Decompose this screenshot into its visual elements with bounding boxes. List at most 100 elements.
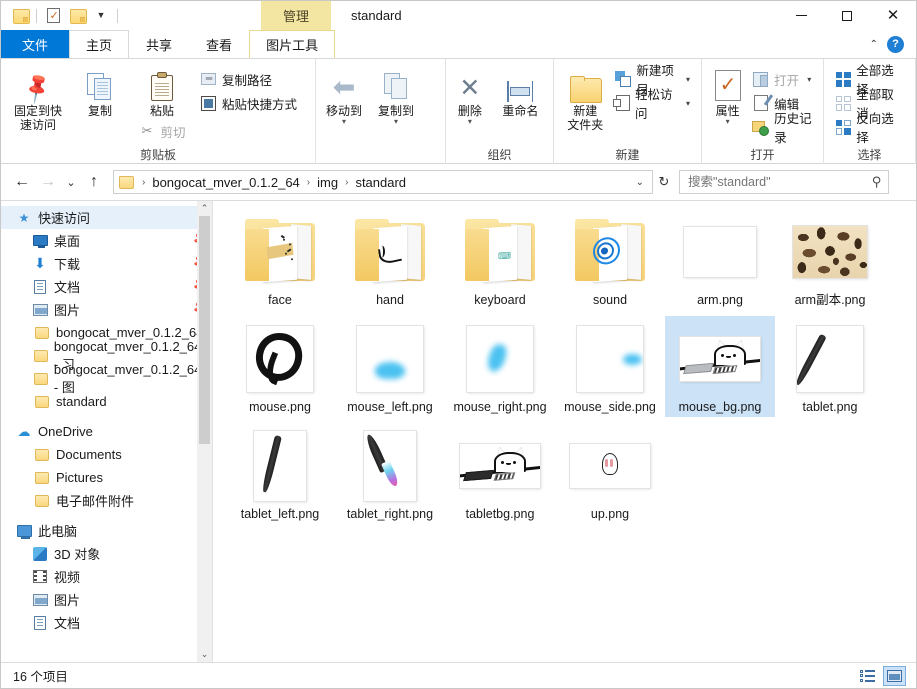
open-dropdown-icon[interactable]: ▾ bbox=[807, 75, 811, 84]
file-item-mouse-left-png[interactable]: mouse_left.png bbox=[335, 316, 445, 417]
file-item-arm-png[interactable]: arm.png bbox=[665, 209, 775, 310]
file-item-mouse-side-png[interactable]: mouse_side.png bbox=[555, 316, 665, 417]
thumbnail bbox=[342, 427, 438, 505]
ribbon-move-to-button[interactable]: ⬅ 移动到 ▾ bbox=[318, 63, 370, 126]
refresh-button[interactable]: ↻ bbox=[653, 174, 675, 190]
properties-dropdown-icon[interactable]: ▾ bbox=[726, 118, 730, 126]
pin-label-line1: 固定到快 bbox=[13, 104, 62, 118]
sidebar-item-onedrive-pictures[interactable]: Pictures bbox=[1, 466, 212, 489]
tab-share[interactable]: 共享 bbox=[129, 30, 189, 58]
move-to-dropdown-icon[interactable]: ▾ bbox=[342, 118, 346, 126]
file-item-face[interactable]: face bbox=[225, 209, 335, 310]
search-box[interactable]: ⚲ bbox=[679, 170, 889, 194]
breadcrumb-item-1[interactable]: img bbox=[314, 175, 341, 190]
delete-dropdown-icon[interactable]: ▾ bbox=[468, 118, 472, 126]
ribbon-delete-button[interactable]: ✕ 删除 ▾ bbox=[446, 63, 494, 126]
sidebar-item-videos[interactable]: 视频 bbox=[1, 565, 212, 588]
forward-button[interactable]: → bbox=[35, 169, 61, 195]
file-item-hand[interactable]: hand bbox=[335, 209, 445, 310]
back-button[interactable]: ← bbox=[9, 169, 35, 195]
file-item-mouse-png[interactable]: mouse.png bbox=[225, 316, 335, 417]
details-view-button[interactable] bbox=[856, 666, 879, 686]
tab-picture-tools[interactable]: 图片工具 bbox=[249, 30, 336, 58]
qat-properties-icon[interactable]: ✓ bbox=[42, 5, 64, 27]
sidebar-item-this-pc[interactable]: 此电脑 bbox=[1, 519, 212, 542]
maximize-button[interactable] bbox=[824, 1, 870, 30]
copy-to-dropdown-icon[interactable]: ▾ bbox=[394, 118, 398, 126]
ribbon-paste-shortcut-button[interactable]: 粘贴快捷方式 bbox=[195, 92, 302, 114]
ribbon-pin-to-quick-access[interactable]: 📌 固定到快 速访问 bbox=[7, 63, 69, 132]
up-button[interactable]: ↑ bbox=[81, 169, 107, 195]
file-item-tabletbg-png[interactable]: tabletbg.png bbox=[445, 423, 555, 524]
navigation-scrollbar[interactable]: ⌃ ⌄ bbox=[197, 201, 212, 662]
ribbon-invert-selection-button[interactable]: 反向选择 bbox=[830, 112, 909, 145]
file-item-sound[interactable]: sound bbox=[555, 209, 665, 310]
tab-view[interactable]: 查看 bbox=[189, 30, 249, 58]
sidebar-item-standard[interactable]: standard bbox=[1, 390, 212, 413]
file-item-tablet-left-png[interactable]: tablet_left.png bbox=[225, 423, 335, 524]
sidebar-item-desktop[interactable]: 桌面 📌 bbox=[1, 229, 212, 252]
ribbon-history-button[interactable]: 历史记录 bbox=[747, 112, 817, 145]
file-item-mouse-right-png[interactable]: mouse_right.png bbox=[445, 316, 555, 417]
sidebar-item-pictures-pc[interactable]: 图片 bbox=[1, 588, 212, 611]
sidebar-item-onedrive-documents[interactable]: Documents bbox=[1, 443, 212, 466]
close-button[interactable]: ✕ bbox=[870, 1, 916, 30]
scroll-down-icon[interactable]: ⌄ bbox=[197, 647, 212, 662]
scrollbar-thumb[interactable] bbox=[199, 216, 210, 444]
ribbon-easy-access-button[interactable]: 轻松访问 ▾ bbox=[610, 88, 695, 121]
qat-properties-folder-icon[interactable] bbox=[9, 5, 31, 27]
delete-label: 删除 bbox=[457, 104, 482, 118]
file-list-pane[interactable]: face hand ⌨ keyboard sound arm.png arm副本… bbox=[213, 201, 916, 662]
item-count-label: 16 个项目 bbox=[13, 670, 68, 684]
sidebar-item-documents[interactable]: 文档 📌 bbox=[1, 275, 212, 298]
easy-access-dropdown-icon[interactable]: ▾ bbox=[686, 99, 690, 108]
collapse-ribbon-button[interactable]: ⌃ bbox=[870, 39, 878, 50]
file-item-tablet-right-png[interactable]: tablet_right.png bbox=[335, 423, 445, 524]
sidebar-item-documents-pc[interactable]: 文档 bbox=[1, 611, 212, 634]
file-item-mouse-bg-png[interactable]: mouse_bg.png bbox=[665, 316, 775, 417]
contextual-tab-title[interactable]: 管理 bbox=[261, 1, 332, 30]
clipboard-icon bbox=[150, 67, 174, 101]
breadcrumb-dropdown-icon[interactable]: ⌄ bbox=[630, 177, 650, 188]
search-input[interactable] bbox=[686, 174, 873, 190]
sidebar-item-pictures[interactable]: 图片 📌 bbox=[1, 298, 212, 321]
tab-home[interactable]: 主页 bbox=[69, 30, 130, 58]
ribbon-properties-button[interactable]: ✓ 属性 ▾ bbox=[708, 63, 747, 126]
tab-file[interactable]: 文件 bbox=[1, 30, 70, 58]
large-icons-view-button[interactable] bbox=[883, 665, 906, 686]
help-button[interactable]: ? bbox=[887, 35, 904, 53]
ribbon-copy-to-button[interactable]: 复制到 ▾ bbox=[370, 63, 422, 126]
ribbon-open-button[interactable]: 打开 ▾ bbox=[747, 68, 817, 90]
sidebar-item-downloads[interactable]: ⬇ 下载 📌 bbox=[1, 252, 212, 275]
ribbon-rename-button[interactable]: 重命名 bbox=[494, 63, 547, 118]
thumbnail bbox=[342, 320, 438, 398]
file-name: tablet.png bbox=[802, 400, 858, 414]
sidebar-item-3d-objects[interactable]: 3D 对象 bbox=[1, 542, 212, 565]
easy-access-label: 轻松访问 bbox=[635, 88, 673, 121]
breadcrumb-item-0[interactable]: bongocat_mver_0.1.2_64 bbox=[149, 175, 302, 190]
file-item-arm-copy-png[interactable]: arm副本.png bbox=[775, 209, 885, 310]
sidebar-item-onedrive[interactable]: ☁ OneDrive bbox=[1, 420, 212, 443]
qat-customize-button[interactable]: ▼ bbox=[90, 5, 112, 27]
file-item-keyboard[interactable]: ⌨ keyboard bbox=[445, 209, 555, 310]
ribbon-copy-path-button[interactable]: ≡≡ 复制路径 bbox=[195, 68, 302, 90]
sidebar-item-quick-access[interactable]: ★ 快速访问 bbox=[1, 206, 212, 229]
breadcrumb[interactable]: › bongocat_mver_0.1.2_64 › img › standar… bbox=[113, 170, 653, 194]
breadcrumb-item-2[interactable]: standard bbox=[352, 175, 409, 190]
copy-icon bbox=[87, 67, 113, 101]
ribbon-paste-button[interactable]: 粘贴 ✂ 剪切 bbox=[131, 63, 193, 142]
sidebar-item-bongocat-3[interactable]: bongocat_mver_0.1.2_64 - 图 bbox=[1, 362, 212, 395]
new-item-dropdown-icon[interactable]: ▾ bbox=[686, 75, 690, 84]
minimize-button[interactable] bbox=[778, 1, 824, 30]
sidebar-item-email-attachments[interactable]: 电子邮件附件 bbox=[1, 489, 212, 512]
scroll-up-icon[interactable]: ⌃ bbox=[197, 201, 212, 216]
ribbon-copy-button[interactable]: 复制 bbox=[69, 63, 131, 118]
recent-locations-button[interactable]: ⌄ bbox=[61, 169, 81, 195]
qat-new-folder-icon[interactable] bbox=[66, 5, 88, 27]
file-name: hand bbox=[376, 293, 404, 307]
thumbnail bbox=[232, 427, 328, 505]
file-item-tablet-png[interactable]: tablet.png bbox=[775, 316, 885, 417]
ribbon-new-folder-button[interactable]: 新建 文件夹 bbox=[560, 63, 610, 132]
file-item-up-png[interactable]: up.png bbox=[555, 423, 665, 524]
ribbon-cut-button[interactable]: ✂ 剪切 bbox=[133, 120, 190, 142]
